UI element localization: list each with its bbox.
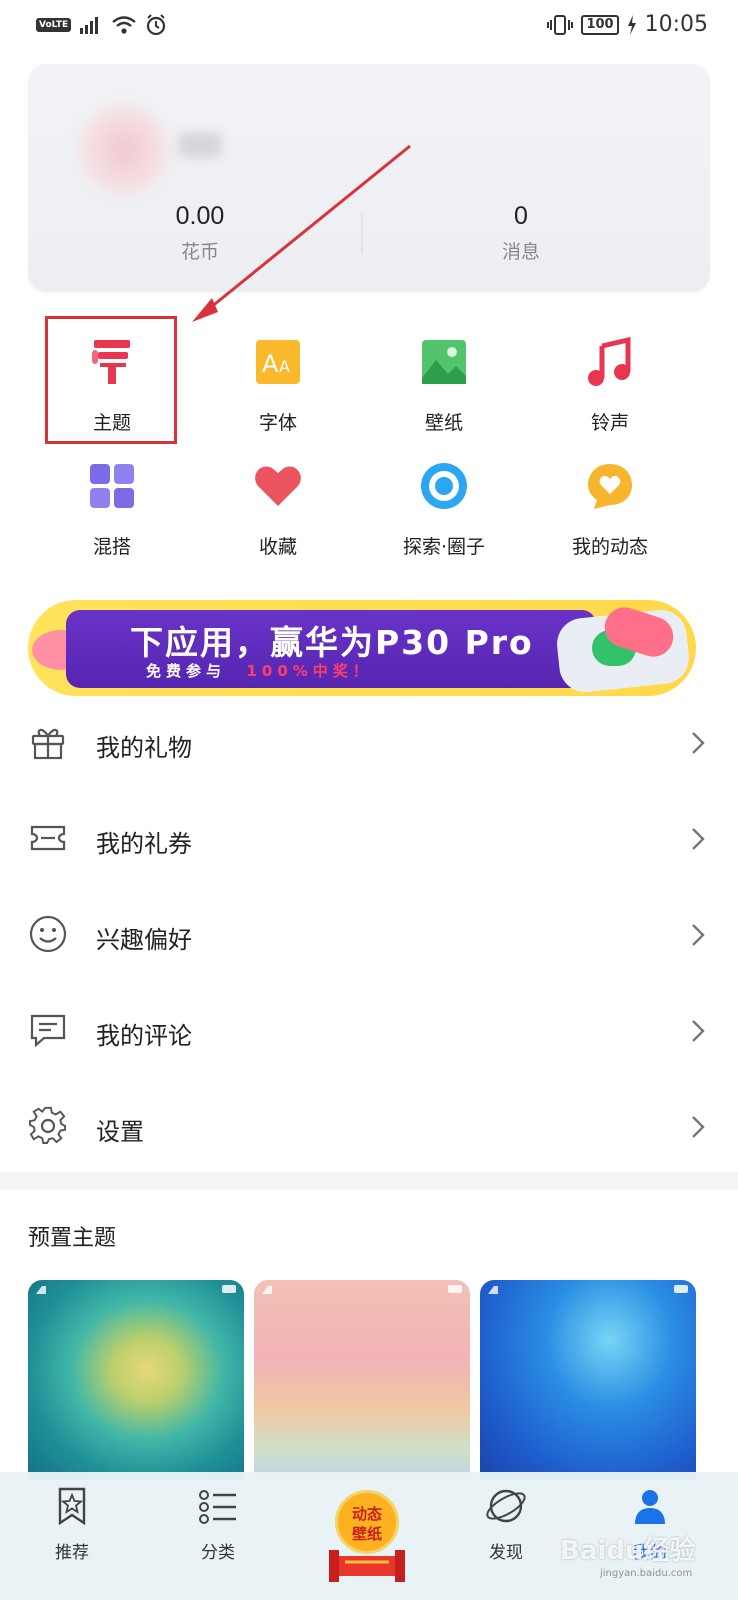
menu-item-gifts[interactable]: 我的礼物 xyxy=(0,698,738,794)
chevron-right-icon xyxy=(692,924,705,946)
nav-discover[interactable]: 发现 xyxy=(456,1486,556,1563)
category-list-icon xyxy=(199,1490,236,1524)
menu-label: 我的礼券 xyxy=(96,830,192,858)
menu-label: 我的礼物 xyxy=(96,734,192,762)
nav-category[interactable]: 分类 xyxy=(168,1486,268,1563)
banner-subtitle: 免费参与 100%中奖！ xyxy=(146,660,373,681)
promo-banner[interactable]: 下应用，赢华为P30 Pro 免费参与 100%中奖！ xyxy=(28,600,696,696)
chevron-right-icon xyxy=(692,1116,705,1138)
profile-person-icon xyxy=(635,1490,665,1524)
menu-item-settings[interactable]: 设置 xyxy=(0,1082,738,1178)
theme-thumbnail[interactable] xyxy=(28,1280,244,1480)
nav-label: 推荐 xyxy=(55,1543,89,1563)
watermark-brand: Baidu经验 xyxy=(560,1536,696,1566)
gift-icon xyxy=(31,728,65,760)
section-divider xyxy=(0,1172,738,1190)
thumbnail-battery-icon xyxy=(222,1285,236,1293)
badge-line2: 壁纸 xyxy=(351,1525,382,1543)
menu-label: 兴趣偏好 xyxy=(96,926,192,954)
thumbnail-battery-icon xyxy=(448,1285,462,1293)
theme-thumbnail[interactable] xyxy=(480,1280,696,1480)
menu-item-coupons[interactable]: 我的礼券 xyxy=(0,794,738,890)
preset-themes-title: 预置主题 xyxy=(28,1226,117,1251)
nav-label: 分类 xyxy=(201,1543,235,1563)
watermark-url: jingyan.baidu.com xyxy=(600,1568,693,1579)
annotation-arrow xyxy=(192,144,411,322)
nav-label: 发现 xyxy=(489,1543,523,1563)
thumbnail-battery-icon xyxy=(674,1285,688,1293)
coupon-icon xyxy=(30,825,66,851)
chevron-right-icon xyxy=(692,828,705,850)
nav-recommend[interactable]: 推荐 xyxy=(22,1486,122,1563)
badge-stand-icon xyxy=(329,1550,405,1582)
menu-label: 设置 xyxy=(96,1118,144,1146)
smile-icon xyxy=(29,915,67,953)
nav-live-wallpaper[interactable]: 动态 壁纸 xyxy=(325,1490,409,1586)
badge-line1: 动态 xyxy=(351,1505,382,1523)
menu-label: 我的评论 xyxy=(96,1022,192,1050)
chevron-right-icon xyxy=(692,732,705,754)
theme-thumbnail[interactable] xyxy=(254,1280,470,1480)
thumbnail-signal-icon xyxy=(262,1286,272,1294)
thumbnail-signal-icon xyxy=(488,1286,498,1294)
menu-item-comments[interactable]: 我的评论 xyxy=(0,986,738,1082)
comment-icon xyxy=(30,1014,66,1048)
bookmark-star-icon xyxy=(58,1487,86,1526)
banner-subtitle-highlight: 100%中奖！ xyxy=(246,662,373,680)
banner-panel: 下应用，赢华为P30 Pro 免费参与 100%中奖！ xyxy=(66,610,596,688)
banner-title: 下应用，赢华为P30 Pro xyxy=(130,623,534,662)
planet-icon xyxy=(486,1489,526,1523)
banner-subtitle-prefix: 免费参与 xyxy=(146,662,227,680)
live-wallpaper-badge: 动态 壁纸 xyxy=(335,1490,399,1554)
settings-gear-icon xyxy=(29,1106,67,1144)
menu-item-interests[interactable]: 兴趣偏好 xyxy=(0,890,738,986)
thumbnail-signal-icon xyxy=(36,1286,46,1294)
chevron-right-icon xyxy=(692,1020,705,1042)
